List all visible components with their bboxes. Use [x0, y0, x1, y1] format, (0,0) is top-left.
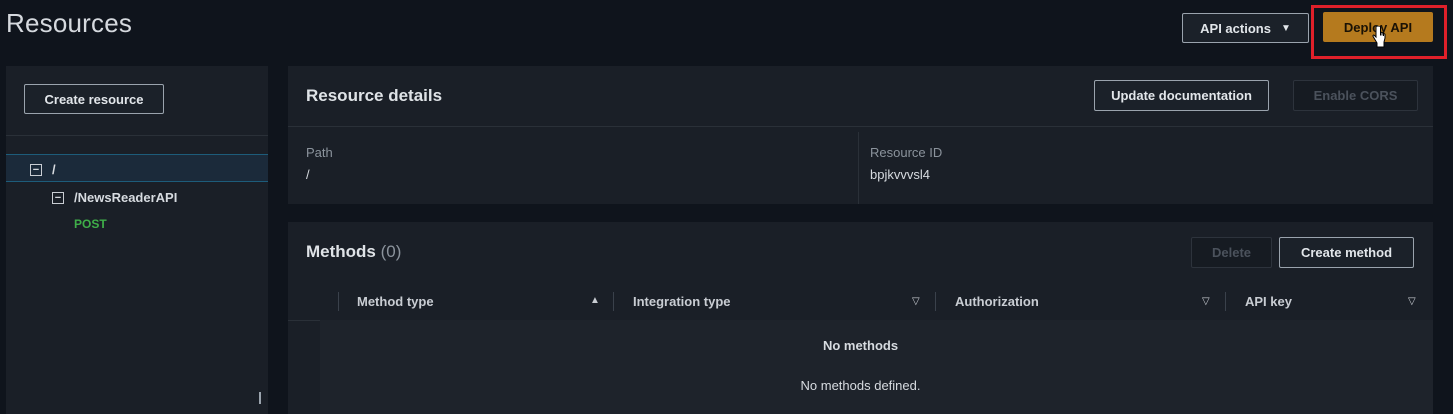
resource-tree-panel: Create resource − / − /NewsReaderAPI POS…: [6, 66, 268, 414]
collapse-icon[interactable]: −: [30, 163, 42, 176]
api-actions-dropdown[interactable]: API actions ▼: [1182, 13, 1309, 43]
hand-cursor-icon: [1372, 26, 1386, 48]
tree-item-newsreaderapi[interactable]: − /NewsReaderAPI: [52, 190, 177, 205]
methods-panel: Methods (0) Delete Create method Method …: [288, 222, 1433, 414]
methods-count: (0): [380, 242, 402, 261]
tree-item-label: /: [52, 162, 56, 177]
divider: [6, 135, 268, 136]
path-value: /: [306, 167, 310, 182]
delete-button[interactable]: Delete: [1191, 237, 1272, 268]
sort-down-icon[interactable]: ▽: [1408, 296, 1416, 307]
divider: [288, 126, 1433, 127]
column-separator: [1225, 292, 1226, 311]
resource-details-panel: Resource details Update documentation En…: [288, 66, 1433, 204]
column-authorization[interactable]: Authorization: [955, 283, 1039, 320]
resource-details-title: Resource details: [306, 86, 443, 105]
create-method-button[interactable]: Create method: [1279, 237, 1414, 268]
sort-down-icon[interactable]: ▽: [1202, 296, 1210, 307]
divider: [858, 132, 859, 204]
tree-item-post-method[interactable]: POST: [74, 217, 107, 231]
page-title: Resources: [6, 8, 133, 38]
tree-item-label: /NewsReaderAPI: [74, 190, 178, 205]
column-integration-type[interactable]: Integration type: [633, 283, 731, 320]
empty-state-description: No methods defined.: [800, 378, 921, 393]
column-separator: [613, 292, 614, 311]
sort-ascending-icon[interactable]: ▲: [590, 295, 600, 306]
column-api-key[interactable]: API key: [1245, 283, 1292, 320]
resize-handle[interactable]: [259, 392, 261, 404]
path-label: Path: [306, 145, 333, 160]
create-resource-button[interactable]: Create resource: [24, 84, 164, 114]
column-separator: [935, 292, 936, 311]
methods-table-header: Method type ▲ Integration type ▽ Authori…: [288, 283, 1433, 320]
methods-title: Methods (0): [306, 242, 401, 262]
sort-down-icon[interactable]: ▽: [912, 296, 920, 307]
update-documentation-button[interactable]: Update documentation: [1094, 80, 1269, 111]
methods-table-body: [320, 320, 1433, 414]
column-separator: [338, 292, 339, 311]
api-actions-label: API actions: [1200, 20, 1271, 36]
enable-cors-button[interactable]: Enable CORS: [1293, 80, 1418, 111]
resource-id-value: bpjkvvvsl4: [870, 167, 930, 182]
methods-title-text: Methods: [306, 242, 376, 261]
resource-id-label: Resource ID: [870, 145, 943, 160]
collapse-icon[interactable]: −: [52, 191, 64, 204]
caret-down-icon: ▼: [1280, 22, 1291, 34]
tree-item-root[interactable]: − /: [30, 162, 56, 177]
empty-state-title: No methods: [822, 338, 899, 353]
column-method-type[interactable]: Method type: [357, 283, 434, 320]
